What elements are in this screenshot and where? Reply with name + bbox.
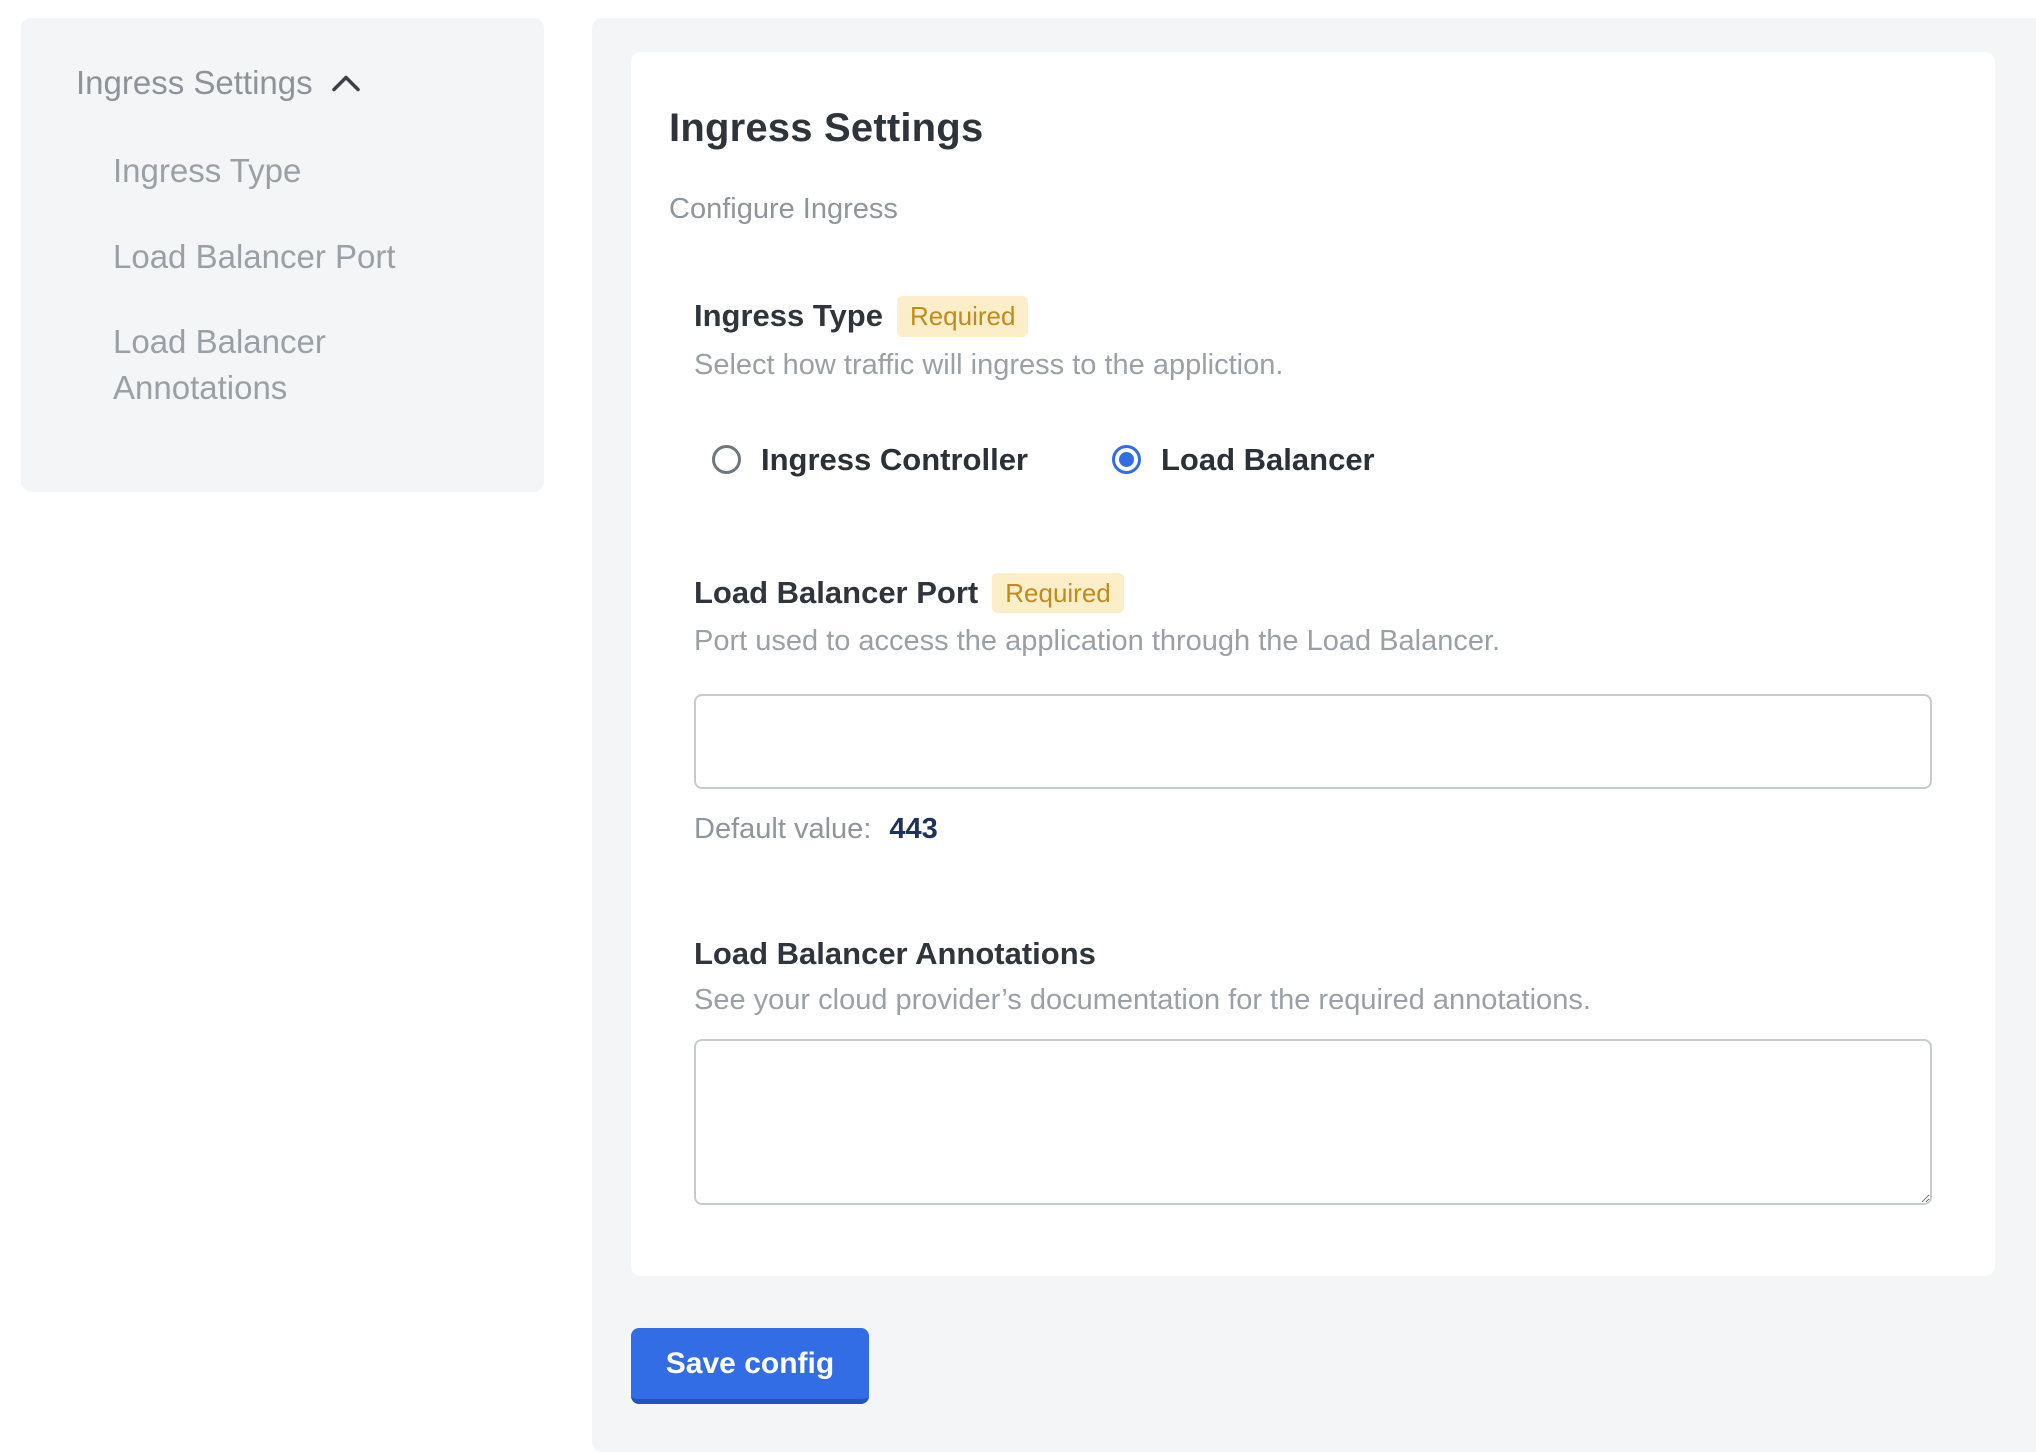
main-panel: Ingress Settings Configure Ingress Ingre… [592,18,2036,1452]
radio-option-ingress-controller[interactable]: Ingress Controller [712,442,1028,478]
load-balancer-port-title: Load Balancer Port [694,575,978,611]
required-badge: Required [897,296,1029,337]
load-balancer-port-input[interactable] [694,694,1932,789]
section-load-balancer-annotations: Load Balancer Annotations See your cloud… [694,936,1945,1205]
page-subtitle: Configure Ingress [669,193,1945,226]
radio-button-icon[interactable] [712,445,741,474]
ingress-type-heading: Ingress Type Required [694,296,1945,337]
sidebar-item-load-balancer-port[interactable]: Load Balancer Port [113,234,443,280]
load-balancer-annotations-title: Load Balancer Annotations [694,936,1096,972]
config-nav-sidebar: Ingress Settings Ingress Type Load Balan… [21,18,544,492]
radio-button-icon[interactable] [1112,445,1141,474]
load-balancer-port-heading: Load Balancer Port Required [694,573,1945,614]
default-value-line: Default value: 443 [694,813,1945,846]
save-config-button[interactable]: Save config [631,1328,869,1404]
default-value-label: Default value: [694,813,871,845]
load-balancer-annotations-textarea[interactable] [694,1039,1932,1205]
config-card: Ingress Settings Configure Ingress Ingre… [631,52,1995,1276]
default-value: 443 [889,813,937,845]
sidebar-group-label: Ingress Settings [76,64,313,102]
page-title: Ingress Settings [669,106,1945,151]
sidebar-group-ingress-settings[interactable]: Ingress Settings [76,64,516,102]
load-balancer-annotations-heading: Load Balancer Annotations [694,936,1945,972]
sidebar-item-load-balancer-annotations[interactable]: Load Balancer Annotations [113,319,443,410]
section-load-balancer-port: Load Balancer Port Required Port used to… [694,573,1945,847]
ingress-type-title: Ingress Type [694,298,883,334]
sidebar-item-list: Ingress Type Load Balancer Port Load Bal… [113,148,516,410]
load-balancer-annotations-help: See your cloud provider’s documentation … [694,984,1945,1017]
radio-label-load-balancer: Load Balancer [1161,442,1375,478]
section-ingress-type: Ingress Type Required Select how traffic… [694,296,1945,478]
radio-label-ingress-controller: Ingress Controller [761,442,1028,478]
sidebar-item-ingress-type[interactable]: Ingress Type [113,148,443,194]
radio-option-load-balancer[interactable]: Load Balancer [1112,442,1375,478]
ingress-type-help: Select how traffic will ingress to the a… [694,349,1945,382]
required-badge: Required [992,573,1124,614]
ingress-type-radio-group: Ingress Controller Load Balancer [712,442,1945,478]
chevron-up-icon [331,74,361,93]
load-balancer-port-help: Port used to access the application thro… [694,625,1945,658]
